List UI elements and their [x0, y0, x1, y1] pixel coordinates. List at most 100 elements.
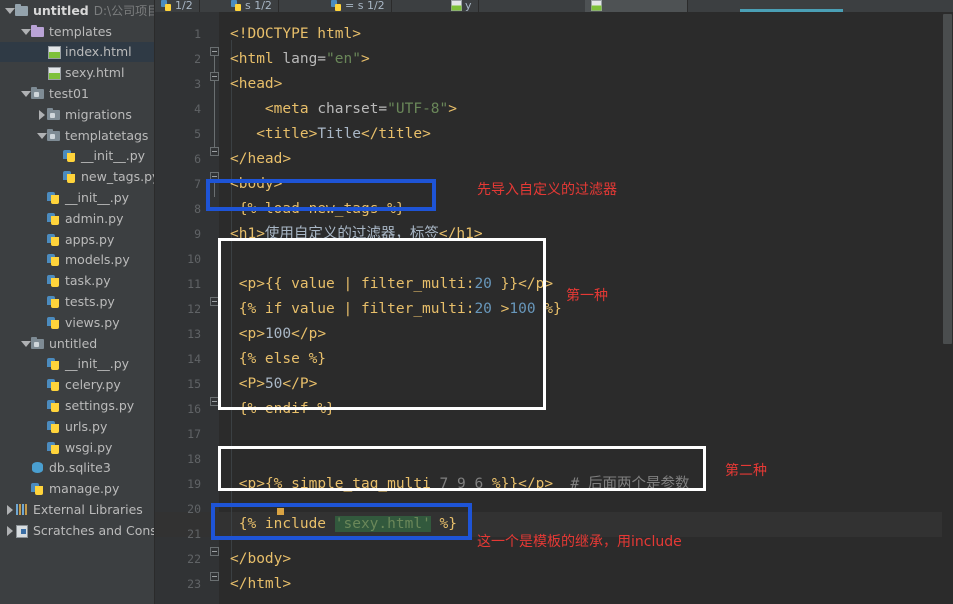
chevron-down-icon[interactable] [4, 5, 15, 16]
tree-item-manage-py[interactable]: manage.py [0, 478, 154, 499]
tree-item--init-py[interactable]: __init__.py [0, 354, 154, 375]
code-token: charset= [317, 101, 388, 117]
fold-marker-line23[interactable] [210, 572, 219, 581]
chevron-down-icon[interactable] [36, 130, 47, 141]
python-file-icon [31, 482, 45, 496]
fold-marker-line3[interactable] [210, 72, 219, 81]
project-tree[interactable]: untitled D:\公司项目\ templates index.html sexy.… [0, 0, 154, 541]
code-line-5[interactable]: <title>Title</title> [220, 122, 953, 147]
tree-item-untitled[interactable]: untitled [0, 333, 154, 354]
fold-marker-line6[interactable] [210, 147, 219, 156]
tree-item-external-libraries[interactable]: External Libraries [0, 499, 154, 520]
tree-item-untitled[interactable]: untitled D:\公司项目\ [0, 0, 154, 21]
python-file-icon [161, 0, 172, 11]
tree-item-tests-py[interactable]: tests.py [0, 291, 154, 312]
tree-item-wsgi-py[interactable]: wsgi.py [0, 437, 154, 458]
editor-scrollbar-thumb[interactable] [943, 14, 952, 344]
tree-item-scratches-and-consoles[interactable]: Scratches and Consoles [0, 520, 154, 541]
tree-item-index-html[interactable]: index.html [0, 41, 154, 63]
tree-item-celery-py[interactable]: celery.py [0, 374, 154, 395]
code-line-6[interactable]: </head> [220, 147, 953, 172]
tree-item-new-tags-py[interactable]: new_tags.py [0, 166, 154, 187]
tree-item-label: apps.py [65, 231, 115, 247]
fold-marker-line22[interactable] [210, 547, 219, 556]
tree-item-label: admin.py [65, 210, 124, 226]
fold-connector [214, 81, 215, 152]
fold-marker-line2[interactable] [210, 47, 219, 56]
fold-connector [214, 56, 215, 72]
tree-item--init-py[interactable]: __init__.py [0, 146, 154, 167]
editor-tab-label: = s 1/2 [345, 0, 385, 12]
tree-item-sexy-html[interactable]: sexy.html [0, 62, 154, 83]
code-token: lang= [282, 51, 327, 67]
line-number: 1 [194, 27, 201, 41]
tree-item-task-py[interactable]: task.py [0, 270, 154, 291]
python-file-icon [47, 274, 61, 288]
editor-tab-2[interactable]: = s 1/2 [325, 0, 392, 12]
python-file-icon [47, 191, 61, 205]
tree-item-label: __init__.py [65, 190, 130, 206]
module-folder-icon [47, 107, 61, 121]
tree-item-admin-py[interactable]: admin.py [0, 208, 154, 229]
project-tree-panel[interactable]: untitled D:\公司项目\ templates index.html sexy.… [0, 0, 155, 604]
tree-item-label: test01 [49, 86, 89, 102]
tree-item-templatetags[interactable]: templatetags [0, 125, 154, 146]
code-line-1[interactable]: <!DOCTYPE html> [220, 22, 953, 47]
chevron-right-icon[interactable] [4, 504, 15, 516]
code-line-23[interactable]: </html> [220, 572, 953, 597]
code-token: <title> [256, 126, 318, 142]
tree-item--init-py[interactable]: __init__.py [0, 187, 154, 208]
chevron-down-icon[interactable] [20, 26, 31, 37]
editor-tab-3[interactable]: y [445, 0, 479, 12]
tree-item-migrations[interactable]: migrations [0, 104, 154, 125]
tree-item-apps-py[interactable]: apps.py [0, 229, 154, 250]
line-number: 20 [187, 502, 201, 516]
line-number: 19 [187, 477, 201, 491]
editor-tab-4-selected[interactable] [585, 0, 688, 12]
tree-item-label: __init__.py [65, 356, 130, 372]
tree-item-templates[interactable]: templates [0, 21, 154, 42]
tree-item-views-py[interactable]: views.py [0, 312, 154, 333]
annotation-include-inherit: 这一个是模板的继承，用include [477, 534, 682, 550]
line-number: 14 [187, 352, 201, 366]
editor-tab-label: 1/2 [175, 0, 193, 12]
line-number: 23 [187, 577, 201, 591]
python-file-icon [63, 170, 77, 184]
chevron-right-icon[interactable] [36, 109, 47, 120]
tree-item-models-py[interactable]: models.py [0, 250, 154, 271]
editor-tab-1[interactable]: s 1/2 [225, 0, 279, 12]
editor-tab-0[interactable]: 1/2 [155, 0, 200, 12]
code-token: </head> [230, 151, 292, 167]
folder-icon [31, 24, 45, 38]
python-file-icon [231, 0, 242, 11]
chevron-right-icon[interactable] [4, 525, 15, 536]
tree-item-label: settings.py [65, 398, 135, 414]
line-number: 12 [187, 302, 201, 316]
tree-item-label: sexy.html [65, 65, 125, 81]
tree-item-urls-py[interactable]: urls.py [0, 416, 154, 437]
annotation-second-approach: 第二种 [725, 463, 767, 479]
editor-tab-bar[interactable]: 1/2 s 1/2 = s 1/2 y [155, 0, 953, 12]
code-line-4[interactable]: <meta charset="UTF-8"> [220, 97, 953, 122]
chevron-down-icon[interactable] [20, 88, 31, 99]
code-line-17[interactable] [220, 422, 953, 447]
tree-item-test01[interactable]: test01 [0, 83, 154, 104]
code-line-2[interactable]: <html lang="en"> [220, 47, 953, 72]
editor-scrollbar-track[interactable] [942, 12, 953, 604]
chevron-down-icon[interactable] [20, 338, 31, 349]
tree-item-label: Scratches and Consoles [33, 522, 155, 538]
html-file-icon [451, 0, 462, 11]
code-token: "UTF-8" [387, 101, 449, 117]
code-line-3[interactable]: <head> [220, 72, 953, 97]
code-token: </title> [360, 126, 431, 142]
tree-item-db-sqlite3[interactable]: db.sqlite3 [0, 458, 154, 479]
tree-item-label: index.html [65, 44, 132, 60]
tree-item-settings-py[interactable]: settings.py [0, 395, 154, 416]
